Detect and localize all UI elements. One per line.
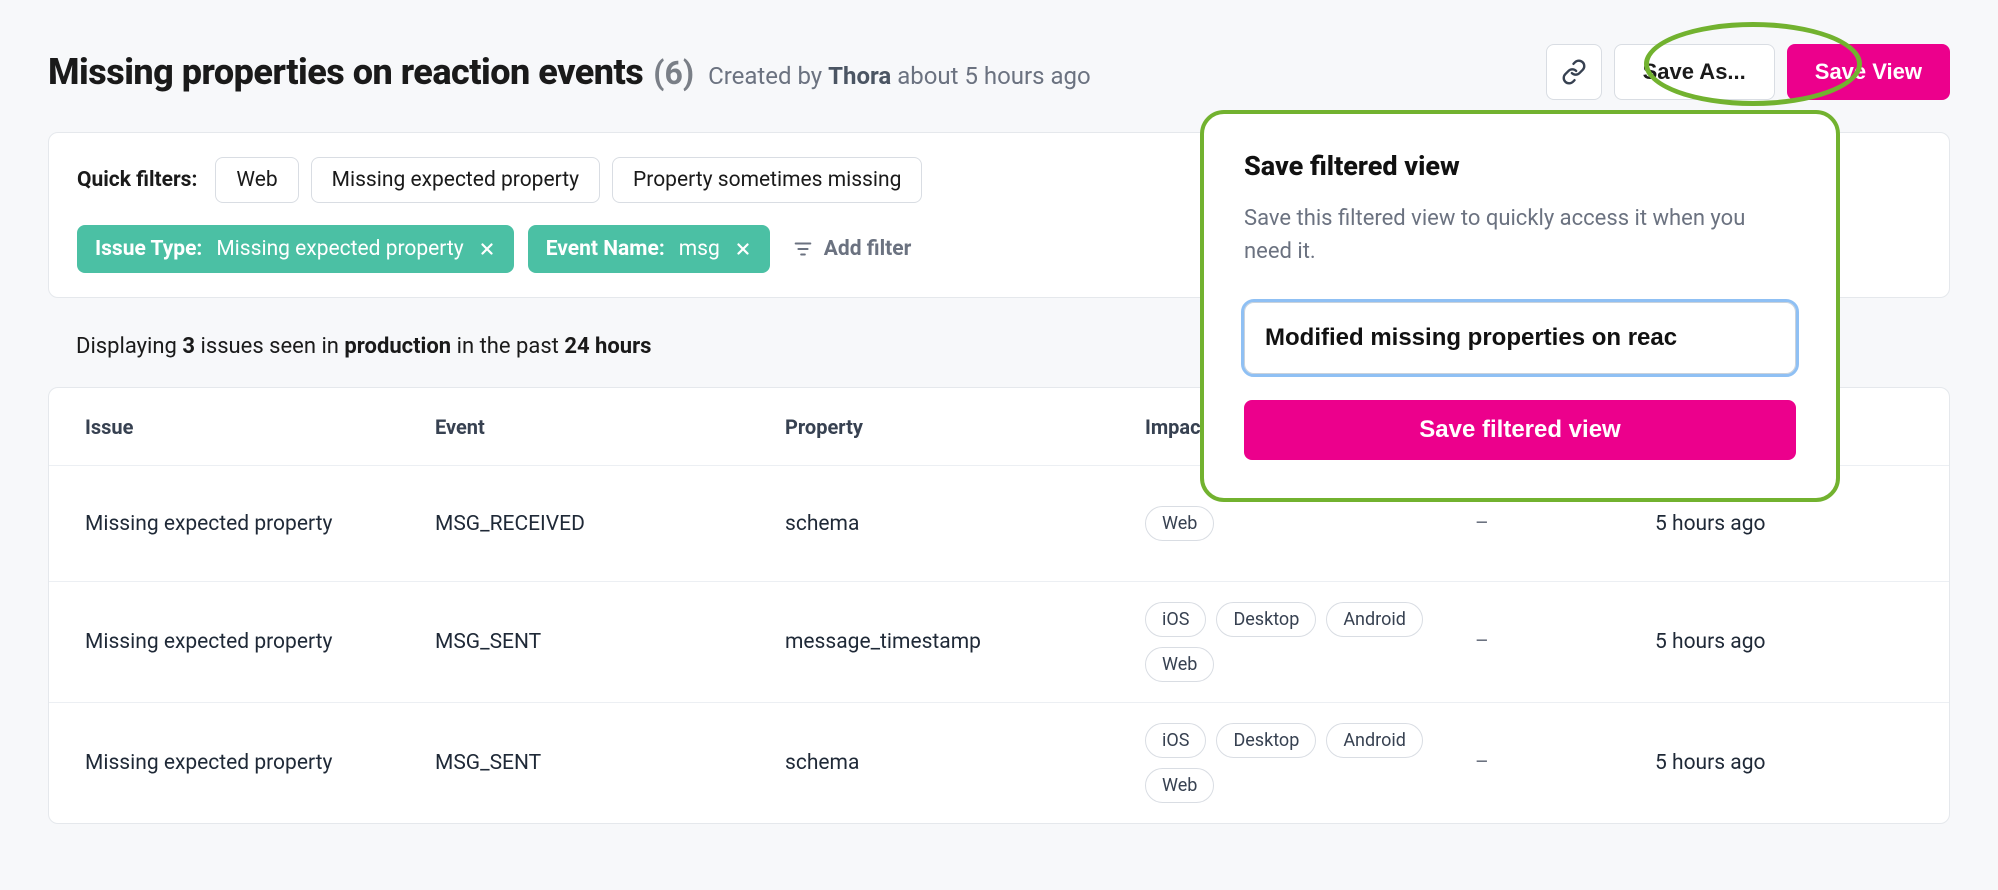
quick-filters-label: Quick filters: bbox=[77, 168, 197, 192]
summary-env: production bbox=[344, 334, 451, 359]
cell-event-vol: 2.2 K bbox=[1875, 630, 1950, 654]
cell-event-vol: 149 bbox=[1875, 512, 1950, 536]
col-event-vol[interactable]: Event Vol. bbox=[1875, 415, 1950, 439]
issue-count: (6) bbox=[653, 54, 694, 92]
title-block: Missing properties on reaction events (6… bbox=[48, 51, 1091, 93]
cell-property: message_timestamp bbox=[785, 630, 1145, 654]
save-filtered-view-button[interactable]: Save filtered view bbox=[1244, 400, 1796, 460]
quick-filter-chip[interactable]: Web bbox=[215, 157, 298, 203]
created-prefix: Created by bbox=[708, 62, 822, 90]
filter-pill-event-name[interactable]: Event Name: msg bbox=[528, 225, 770, 273]
cell-property: schema bbox=[785, 751, 1145, 775]
cell-last-seen: 5 hours ago bbox=[1655, 751, 1875, 775]
filter-icon bbox=[792, 238, 814, 260]
cell-event: MSG_SENT bbox=[435, 751, 785, 775]
col-property[interactable]: Property bbox=[785, 415, 1145, 439]
source-pill: iOS bbox=[1145, 723, 1206, 758]
created-time: about 5 hours ago bbox=[897, 62, 1091, 90]
summary-window: 24 hours bbox=[564, 334, 651, 359]
source-pill: Desktop bbox=[1216, 723, 1316, 758]
remove-filter-button[interactable] bbox=[478, 240, 496, 258]
copy-link-button[interactable] bbox=[1546, 44, 1602, 100]
remove-filter-button[interactable] bbox=[734, 240, 752, 258]
filter-value: Missing expected property bbox=[216, 237, 463, 261]
created-by: Created by Thora about 5 hours ago bbox=[708, 62, 1091, 90]
source-pill: iOS bbox=[1145, 602, 1206, 637]
cell-issue: Missing expected property bbox=[85, 751, 435, 775]
cell-event: MSG_SENT bbox=[435, 630, 785, 654]
quick-filter-chip[interactable]: Property sometimes missing bbox=[612, 157, 922, 203]
summary-count: 3 bbox=[182, 334, 195, 359]
filter-key: Event Name: bbox=[546, 237, 665, 261]
col-event[interactable]: Event bbox=[435, 415, 785, 439]
save-as-button[interactable]: Save As... bbox=[1614, 44, 1775, 100]
filter-key: Issue Type: bbox=[95, 237, 202, 261]
summary-prefix: Displaying bbox=[76, 334, 177, 359]
filter-pill-issue-type[interactable]: Issue Type: Missing expected property bbox=[77, 225, 514, 273]
cell-last-seen: 5 hours ago bbox=[1655, 512, 1875, 536]
source-pill: Web bbox=[1145, 647, 1214, 682]
summary-mid2: in the past bbox=[457, 334, 559, 359]
table-row[interactable]: Missing expected property MSG_SENT messa… bbox=[49, 582, 1949, 703]
cell-last-seen: 5 hours ago bbox=[1655, 630, 1875, 654]
popover-description: Save this filtered view to quickly acces… bbox=[1244, 202, 1796, 268]
cell-dash: – bbox=[1475, 751, 1655, 775]
source-pill: Android bbox=[1326, 602, 1423, 637]
col-issue[interactable]: Issue bbox=[85, 415, 435, 439]
cell-event: MSG_RECEIVED bbox=[435, 512, 785, 536]
save-filtered-view-popover: Save filtered view Save this filtered vi… bbox=[1200, 110, 1840, 502]
filter-value: msg bbox=[679, 237, 720, 261]
page-header: Missing properties on reaction events (6… bbox=[48, 44, 1950, 100]
table-row[interactable]: Missing expected property MSG_SENT schem… bbox=[49, 703, 1949, 823]
cell-event-vol: 2.2 K bbox=[1875, 751, 1950, 775]
add-filter-label: Add filter bbox=[824, 237, 911, 261]
source-pill: Web bbox=[1145, 506, 1214, 541]
cell-property: schema bbox=[785, 512, 1145, 536]
close-icon bbox=[734, 240, 752, 258]
header-actions: Save As... Save View bbox=[1546, 44, 1950, 100]
page-title: Missing properties on reaction events bbox=[48, 51, 643, 93]
view-name-input[interactable] bbox=[1244, 302, 1796, 374]
cell-impacted: iOS Desktop Android Web bbox=[1145, 602, 1475, 682]
source-pill: Web bbox=[1145, 768, 1214, 803]
cell-dash: – bbox=[1475, 512, 1655, 536]
cell-issue: Missing expected property bbox=[85, 512, 435, 536]
cell-impacted: Web bbox=[1145, 506, 1475, 541]
source-pill: Android bbox=[1326, 723, 1423, 758]
popover-title: Save filtered view bbox=[1244, 150, 1796, 182]
summary-mid: issues seen in bbox=[200, 334, 338, 359]
close-icon bbox=[478, 240, 496, 258]
cell-dash: – bbox=[1475, 630, 1655, 654]
cell-issue: Missing expected property bbox=[85, 630, 435, 654]
link-icon bbox=[1561, 59, 1587, 85]
add-filter-button[interactable]: Add filter bbox=[792, 237, 911, 261]
save-view-button[interactable]: Save View bbox=[1787, 44, 1950, 100]
cell-impacted: iOS Desktop Android Web bbox=[1145, 723, 1475, 803]
quick-filter-chip[interactable]: Missing expected property bbox=[311, 157, 600, 203]
created-author: Thora bbox=[828, 62, 891, 90]
source-pill: Desktop bbox=[1216, 602, 1316, 637]
